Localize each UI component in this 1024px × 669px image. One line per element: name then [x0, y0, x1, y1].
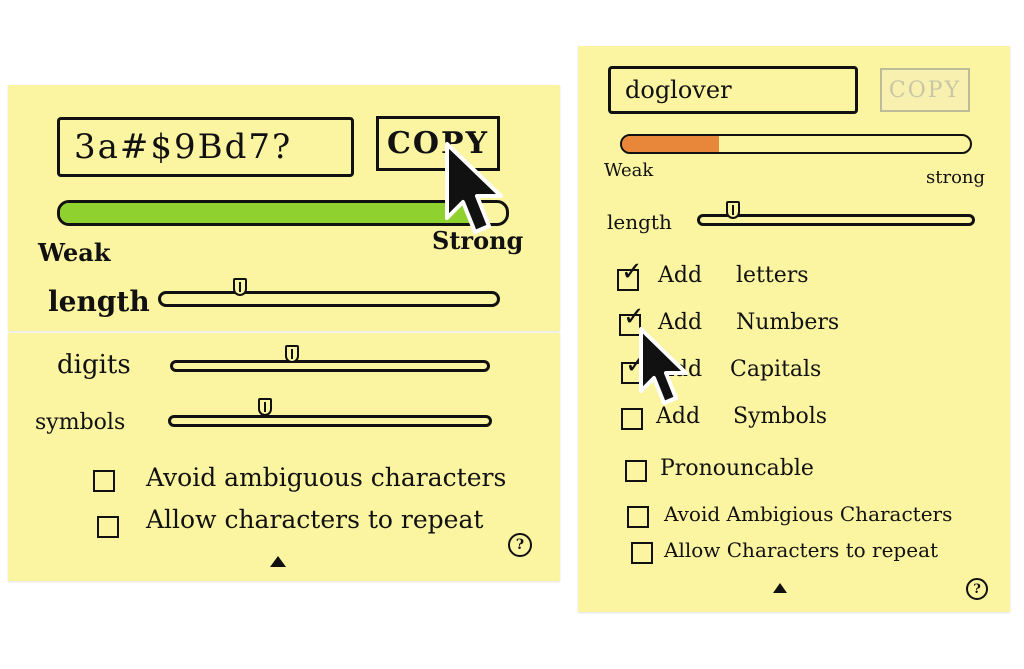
checkmark-icon: ✓ — [621, 257, 643, 287]
right-add-capitals-label: Capitals — [730, 357, 822, 382]
right-expand-triangle-up-icon[interactable] — [773, 583, 787, 593]
left-password-text: 3a#$9Bd7? — [74, 127, 293, 167]
left-digits-slider-thumb[interactable] — [284, 345, 299, 363]
left-length-label: length — [48, 285, 150, 318]
left-digits-label: digits — [57, 350, 131, 380]
right-strength-bar — [620, 134, 972, 154]
left-strength-bar — [57, 200, 509, 226]
left-allow-repeat-label: Allow characters to repeat — [146, 505, 484, 534]
right-password-field[interactable]: doglover — [608, 66, 858, 114]
right-copy-button[interactable]: COPY — [880, 68, 970, 112]
right-weak-label: Weak — [604, 160, 654, 181]
left-weak-label: Weak — [38, 238, 111, 267]
left-symbols-slider-thumb[interactable] — [258, 398, 273, 416]
left-password-field[interactable]: 3a#$9Bd7? — [57, 117, 354, 177]
right-strength-fill — [622, 136, 720, 152]
right-avoid-ambiguous-label: Avoid Ambigious Characters — [664, 502, 953, 526]
left-avoid-ambiguous-label: Avoid ambiguous characters — [146, 463, 507, 492]
right-pronounceable-label: Pronouncable — [660, 456, 814, 481]
right-allow-repeat-checkbox[interactable] — [631, 542, 653, 564]
right-help-label: ? — [973, 581, 981, 597]
left-help-label: ? — [515, 537, 525, 553]
right-avoid-ambiguous-checkbox[interactable] — [627, 506, 649, 528]
right-pronounceable-checkbox[interactable] — [625, 460, 647, 482]
right-length-label: length — [607, 210, 672, 234]
left-length-slider[interactable] — [158, 291, 500, 307]
right-add-symbols-checkbox[interactable] — [621, 408, 643, 430]
right-password-text: doglover — [625, 76, 732, 104]
right-copy-label: COPY — [888, 77, 962, 103]
left-length-slider-thumb[interactable] — [233, 278, 248, 296]
right-add-numbers-label: Numbers — [736, 310, 840, 335]
right-allow-repeat-label: Allow Characters to repeat — [664, 538, 939, 562]
right-add-letters-checkbox[interactable]: ✓ — [617, 259, 643, 291]
left-strength-fill — [60, 203, 471, 223]
right-strong-label: strong — [926, 167, 986, 188]
left-mouse-pointer-icon — [445, 142, 503, 234]
left-help-question-mark-icon[interactable]: ? — [508, 533, 532, 557]
left-symbols-slider[interactable] — [168, 415, 492, 427]
left-symbols-label: symbols — [35, 410, 126, 435]
right-add-letters-label: letters — [736, 263, 809, 288]
left-allow-repeat-checkbox[interactable] — [97, 516, 119, 538]
right-add-symbols-label: Symbols — [733, 404, 828, 429]
right-mouse-pointer-icon — [639, 327, 688, 405]
left-expand-triangle-up-icon[interactable] — [270, 556, 286, 567]
right-length-slider-thumb[interactable] — [726, 201, 741, 219]
right-add-letters-add: Add — [658, 263, 703, 288]
right-help-question-mark-icon[interactable]: ? — [966, 578, 988, 600]
left-avoid-ambiguous-checkbox[interactable] — [93, 470, 115, 492]
left-digits-slider[interactable] — [170, 360, 490, 372]
